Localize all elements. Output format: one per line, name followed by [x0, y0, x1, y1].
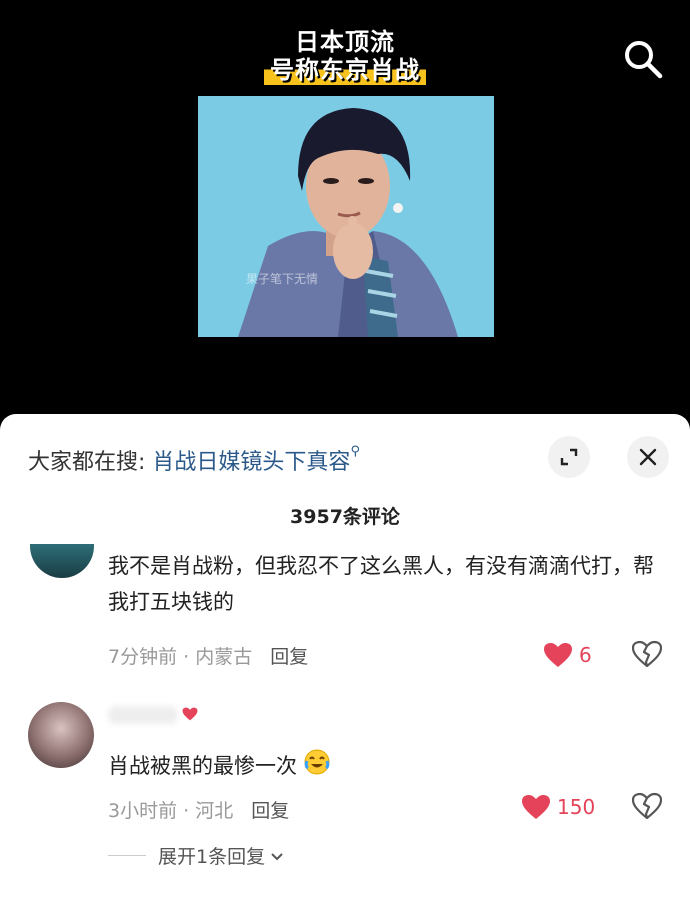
video-thumbnail-image	[198, 96, 494, 337]
video-player[interactable]: 日本顶流 号称东京肖战 果子笔下无情	[0, 0, 690, 420]
like-count: 150	[557, 795, 596, 819]
comment-text: 肖战被黑的最惨一次	[108, 748, 668, 786]
reply-button[interactable]: 回复	[251, 800, 289, 822]
like-button[interactable]: 6	[543, 642, 592, 668]
expand-replies-button[interactable]: 展开1条回复	[108, 842, 285, 869]
trending-search-prefix: 大家都在搜:	[28, 450, 146, 475]
search-icon: ⚲	[350, 444, 360, 459]
heart-icon	[522, 795, 550, 819]
like-button[interactable]: 150	[521, 794, 595, 820]
comment-text: 我不是肖战粉，但我忍不了这么黑人，有没有滴滴代打，帮我打五块钱的	[108, 554, 654, 614]
search-icon[interactable]	[622, 38, 664, 80]
comment-time-location: 7分钟前 · 内蒙古	[108, 646, 253, 668]
chevron-down-icon	[271, 852, 283, 860]
comment-time-location: 3小时前 · 河北	[108, 800, 234, 822]
reply-button[interactable]: 回复	[270, 646, 308, 668]
divider	[108, 855, 146, 856]
close-icon[interactable]	[627, 436, 669, 478]
comment-meta: 3小时前 · 河北 回复	[108, 796, 289, 823]
trending-search-query[interactable]: 肖战日媒镜头下真容	[152, 450, 350, 475]
expand-icon[interactable]	[548, 436, 590, 478]
like-count: 6	[579, 643, 592, 667]
heart-icon	[182, 706, 198, 725]
crying-laughing-emoji-icon	[304, 749, 330, 786]
video-watermark: 果子笔下无情	[246, 272, 319, 286]
avatar[interactable]	[30, 544, 94, 578]
video-title-line2: 号称东京肖战	[0, 50, 690, 85]
trending-search-bar[interactable]: 大家都在搜: 肖战日媒镜头下真容⚲	[28, 444, 360, 476]
comment-meta: 7分钟前 · 内蒙古 回复	[108, 642, 308, 669]
comment-count: 3957条评论	[290, 506, 400, 528]
username-blurred	[108, 706, 178, 724]
heart-icon	[544, 643, 572, 667]
comments-panel: 大家都在搜: 肖战日媒镜头下真容⚲ 3957条评论 我不是肖战粉，但我忍不了这么…	[0, 414, 690, 899]
avatar[interactable]	[28, 702, 94, 768]
broken-heart-icon[interactable]	[631, 792, 663, 824]
broken-heart-icon[interactable]	[631, 640, 663, 672]
